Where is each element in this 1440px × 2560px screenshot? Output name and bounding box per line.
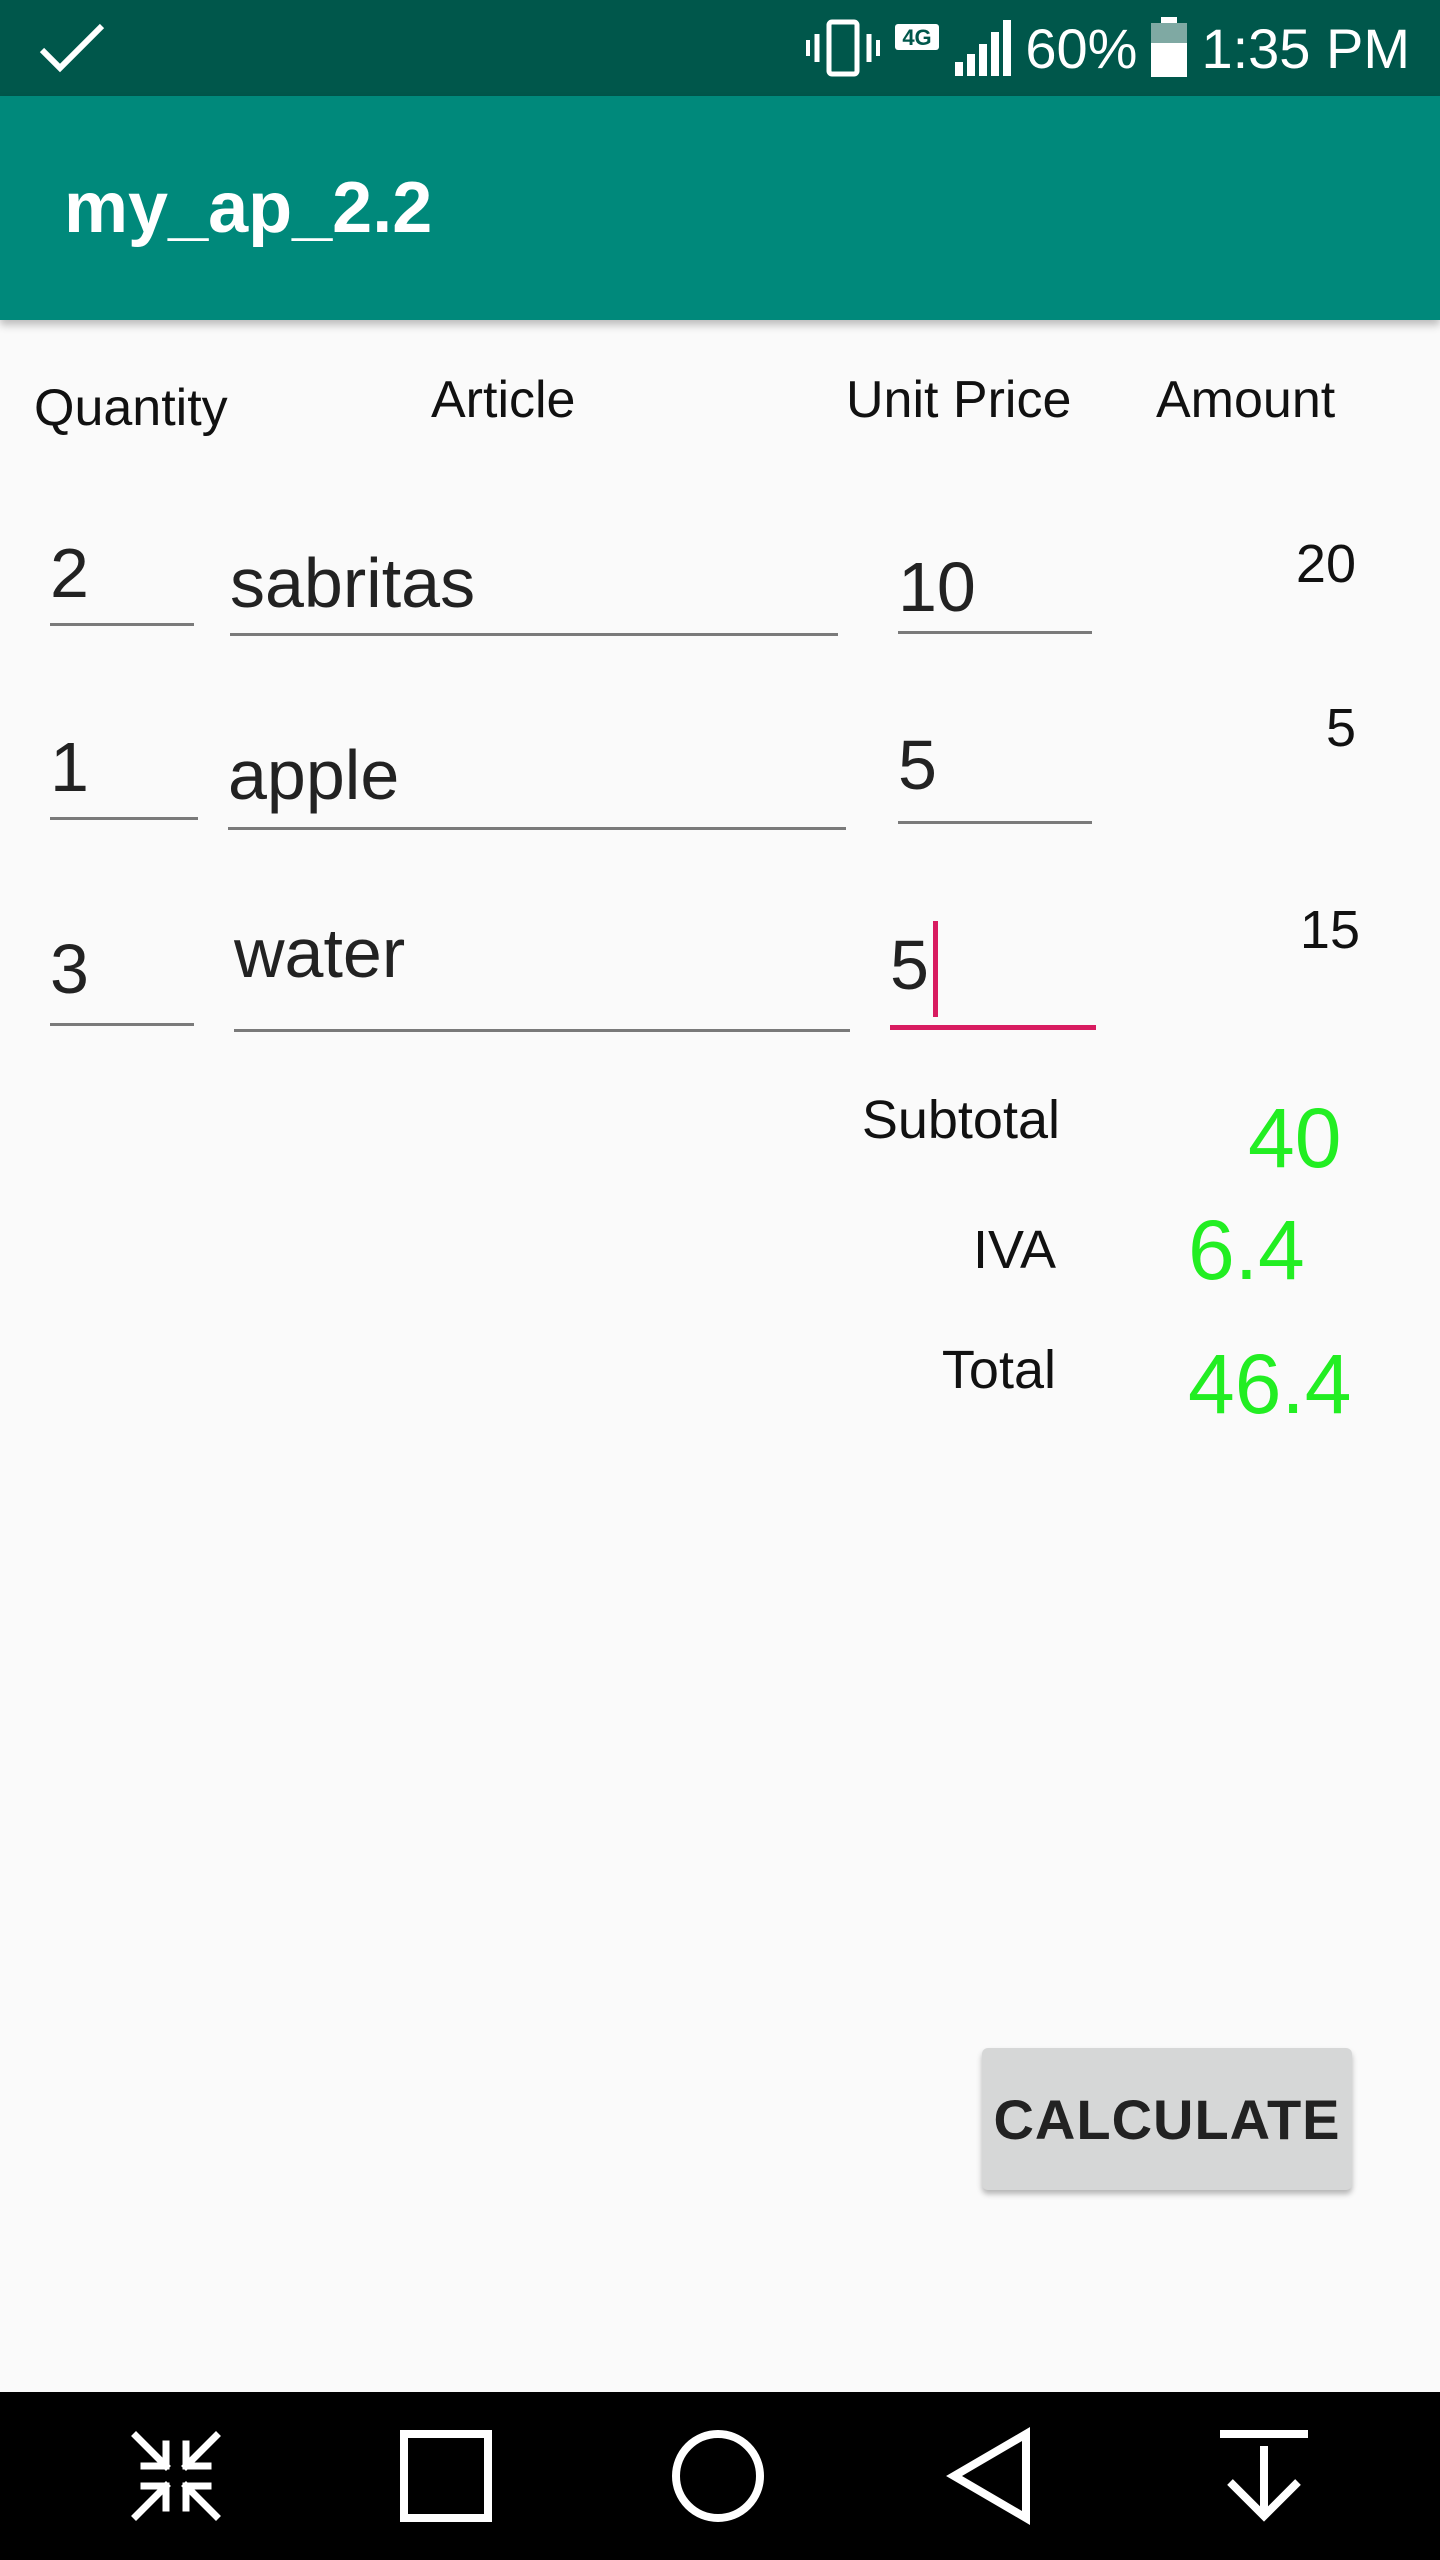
home-icon[interactable] xyxy=(668,2426,768,2526)
network-type-icon: 4G xyxy=(895,24,940,50)
screen: 4G 60% 1:35 PM my_ap_2.2 Quantity Articl… xyxy=(0,0,1440,2560)
article-field-1[interactable]: sabritas xyxy=(230,520,838,636)
check-icon xyxy=(39,23,105,73)
article-field-3[interactable]: water xyxy=(234,914,850,1032)
iva-label: IVA xyxy=(972,1220,1056,1280)
quantity-field-3[interactable]: 3 xyxy=(50,916,194,1026)
subtotal-value: 40 xyxy=(1248,1091,1342,1185)
quantity-field-1[interactable]: 2 xyxy=(50,520,194,626)
navigation-bar xyxy=(0,2392,1440,2560)
quantity-header: Quantity xyxy=(34,379,228,437)
amount-value-1: 20 xyxy=(1295,534,1356,594)
battery-percent: 60% xyxy=(1025,16,1138,80)
calculate-button[interactable]: CALCULATE xyxy=(982,2048,1352,2190)
unit-price-field-2[interactable]: 5 xyxy=(898,712,1092,824)
article-field-2[interactable]: apple xyxy=(228,712,846,830)
back-icon[interactable] xyxy=(944,2426,1044,2526)
quantity-value: 2 xyxy=(50,534,89,612)
article-value: sabritas xyxy=(230,544,476,622)
unit-price-value: 5 xyxy=(898,726,937,804)
total-label: Total xyxy=(941,1340,1056,1400)
subtotal-label: Subtotal xyxy=(861,1090,1060,1150)
battery-icon xyxy=(1151,17,1188,77)
collapse-icon[interactable] xyxy=(126,2426,226,2526)
amount-value-3: 15 xyxy=(1299,900,1360,960)
unit-price-header: Unit Price xyxy=(846,371,1072,429)
signal-icon xyxy=(955,20,1012,76)
clock: 1:35 PM xyxy=(1201,16,1410,80)
unit-price-field-1[interactable]: 10 xyxy=(898,520,1092,634)
article-value: apple xyxy=(228,736,400,814)
amount-value-2: 5 xyxy=(1325,698,1356,758)
status-bar: 4G 60% 1:35 PM xyxy=(0,0,1440,96)
quantity-value: 3 xyxy=(50,930,89,1008)
article-header: Article xyxy=(431,371,576,429)
unit-price-field-3[interactable]: 5 xyxy=(890,916,1096,1030)
quantity-field-2[interactable]: 1 xyxy=(50,712,198,820)
download-icon[interactable] xyxy=(1214,2426,1314,2526)
recent-apps-icon[interactable] xyxy=(396,2426,496,2526)
app-bar: my_ap_2.2 xyxy=(0,96,1440,320)
status-icons: 4G 60% 1:35 PM xyxy=(805,0,1410,96)
quantity-value: 1 xyxy=(50,728,89,806)
iva-value: 6.4 xyxy=(1188,1203,1305,1297)
app-title: my_ap_2.2 xyxy=(64,168,433,248)
unit-price-value: 5 xyxy=(890,926,929,1004)
amount-header: Amount xyxy=(1156,371,1336,429)
svg-text:4G: 4G xyxy=(903,25,932,50)
unit-price-value: 10 xyxy=(898,548,976,626)
total-value: 46.4 xyxy=(1188,1337,1352,1431)
text-cursor xyxy=(932,921,938,1017)
vibrate-icon xyxy=(806,19,881,77)
article-value: water xyxy=(234,914,406,992)
